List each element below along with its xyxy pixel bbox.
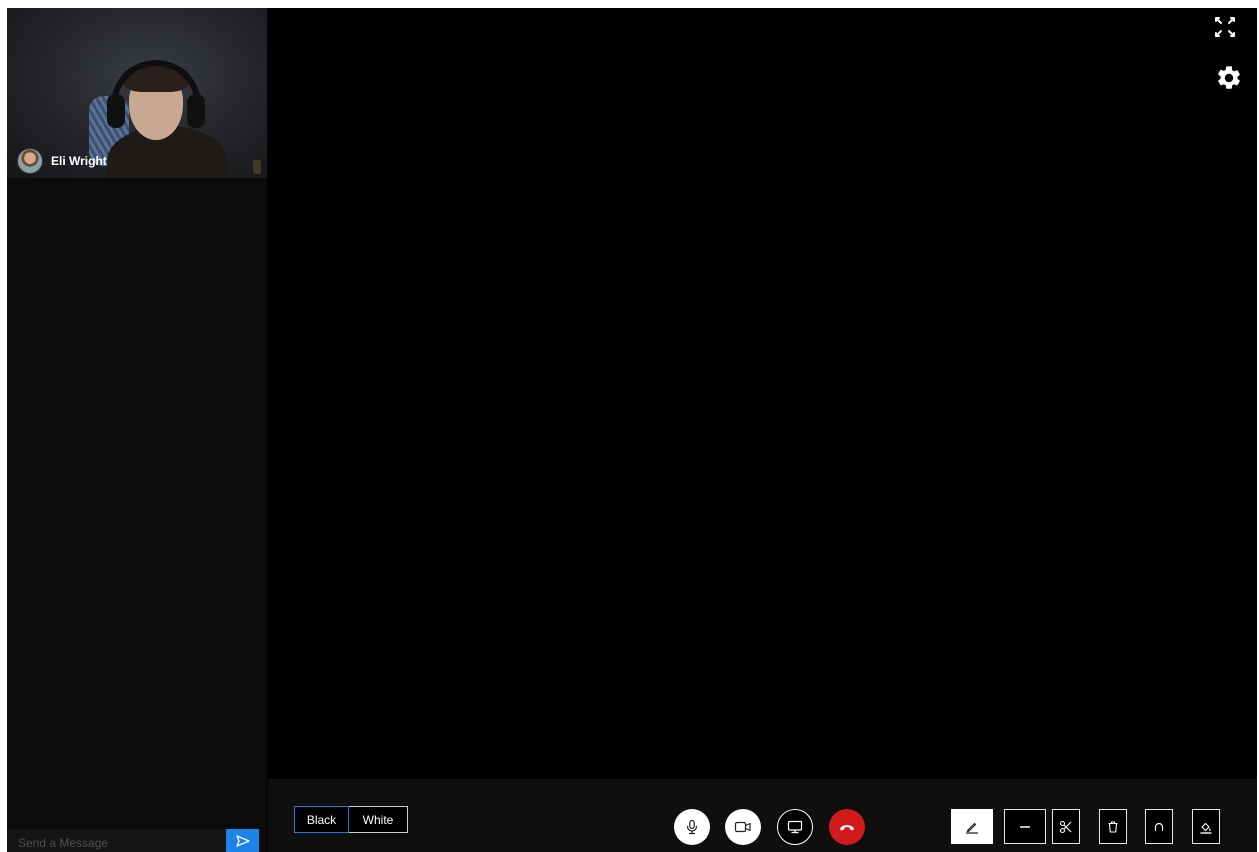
camera-icon bbox=[734, 821, 751, 833]
fill-tool-button[interactable] bbox=[1192, 809, 1220, 844]
fill-icon bbox=[1200, 822, 1212, 834]
participant-video-tile[interactable]: Eli Wright bbox=[7, 8, 267, 178]
white-board-button[interactable]: White bbox=[349, 806, 408, 833]
hang-up-icon bbox=[840, 825, 854, 831]
line-tool-button[interactable] bbox=[1004, 809, 1046, 844]
video-headphone-earcup bbox=[107, 94, 125, 128]
fullscreen-icon bbox=[1215, 17, 1235, 37]
board-color-toggle: Black White bbox=[294, 806, 408, 833]
scissors-tool-button[interactable] bbox=[1052, 809, 1080, 844]
black-board-button[interactable]: Black bbox=[294, 806, 349, 833]
bottom-toolbar: Black White bbox=[268, 779, 1257, 852]
screen-share-button[interactable] bbox=[777, 809, 813, 845]
undo-icon bbox=[1154, 822, 1164, 831]
microphone-button[interactable] bbox=[674, 809, 710, 845]
settings-button[interactable] bbox=[1215, 64, 1243, 92]
pencil-icon bbox=[965, 822, 979, 834]
avatar bbox=[17, 148, 43, 174]
pencil-tool-button[interactable] bbox=[951, 809, 993, 844]
delete-tool-button[interactable] bbox=[1099, 809, 1127, 844]
send-icon bbox=[235, 834, 250, 847]
video-call-app: Eli Wright Black bbox=[7, 8, 1257, 852]
sidebar: Eli Wright bbox=[7, 8, 267, 852]
message-input[interactable] bbox=[7, 829, 226, 852]
scissors-icon bbox=[1059, 820, 1072, 833]
undo-tool-button[interactable] bbox=[1145, 809, 1173, 844]
microphone-icon bbox=[686, 819, 698, 835]
send-button[interactable] bbox=[226, 829, 259, 852]
hang-up-button[interactable] bbox=[829, 809, 865, 845]
gear-icon bbox=[1218, 66, 1240, 89]
line-icon bbox=[1020, 825, 1030, 828]
message-bar bbox=[7, 829, 267, 852]
video-background-light bbox=[253, 160, 261, 174]
video-headphone-earcup bbox=[187, 94, 205, 128]
camera-button[interactable] bbox=[725, 809, 761, 845]
participant-name: Eli Wright bbox=[51, 154, 107, 168]
participant-label: Eli Wright bbox=[17, 147, 107, 175]
screen-share-icon bbox=[787, 820, 803, 834]
fullscreen-button[interactable] bbox=[1213, 15, 1237, 39]
trash-icon bbox=[1108, 820, 1118, 833]
